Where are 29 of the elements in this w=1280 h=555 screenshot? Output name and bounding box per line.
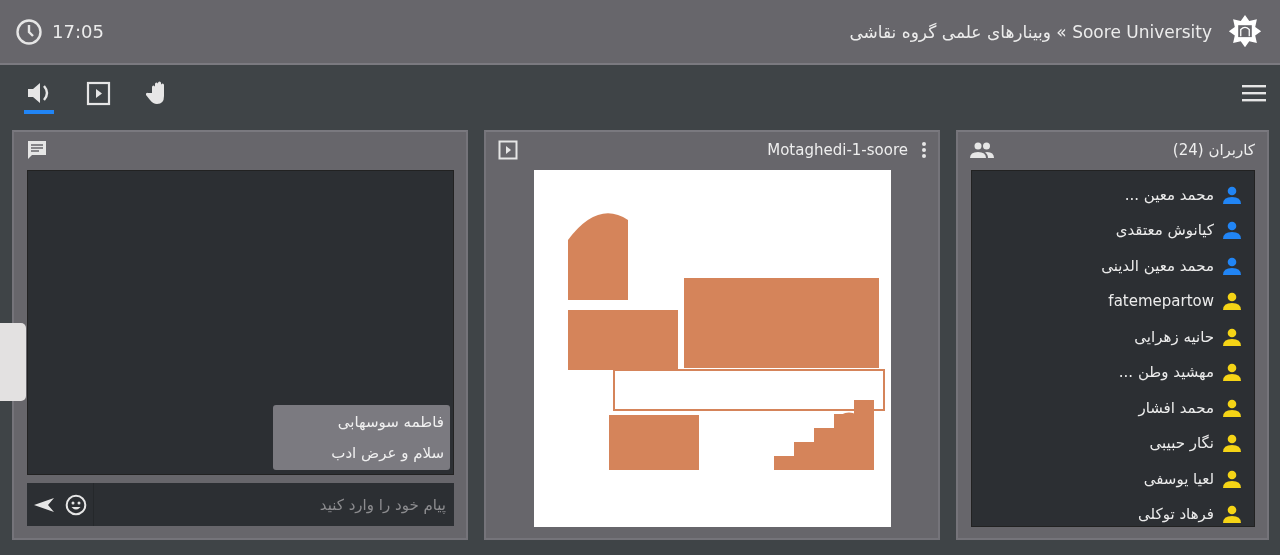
presentation-title: Motaghedi-1-soore [767, 141, 908, 159]
user-name[interactable]: محمد معین ... [1124, 185, 1214, 204]
user-name[interactable]: مهشید وطن ... [1118, 363, 1214, 382]
play-square-icon [498, 140, 518, 160]
page-title: Soore University » وبینارهای علمی گروه نقاشی [849, 21, 1212, 42]
user-name[interactable]: نگار حبیبی [1149, 434, 1214, 453]
clock-icon [16, 18, 42, 45]
user-name[interactable]: کیانوش معتقدی [1115, 221, 1214, 240]
user-name[interactable]: حانیه زهرایی [1134, 327, 1214, 346]
side-drawer-handle[interactable] [0, 323, 26, 401]
user-name[interactable]: محمد معین الدینی [1101, 256, 1214, 275]
send-arrow-icon [33, 495, 55, 514]
user-name[interactable]: fatemepartow [1108, 292, 1214, 311]
users-icon [970, 142, 994, 158]
user-name[interactable]: لعیا یوسفی [1143, 469, 1214, 488]
message-text: سلام و عرض ادب [331, 444, 444, 462]
message-input[interactable]: پیام خود را وارد کنید [93, 483, 454, 526]
menu-icon [1242, 84, 1266, 102]
play-square-icon [86, 80, 112, 106]
user-name[interactable]: فرهاد توکلی [1138, 505, 1214, 524]
users-title: کاربران (24) [1172, 141, 1255, 159]
clock-time: 17:05 [52, 21, 104, 42]
smiley-icon [65, 493, 87, 516]
message-sender: فاطمه سوسهابی [336, 413, 444, 431]
chat-icon [26, 139, 48, 161]
send-button[interactable] [33, 495, 55, 514]
user-name[interactable]: محمد افشار [1138, 398, 1214, 417]
emoji-button[interactable] [65, 493, 87, 516]
more-options-icon[interactable] [922, 142, 926, 158]
